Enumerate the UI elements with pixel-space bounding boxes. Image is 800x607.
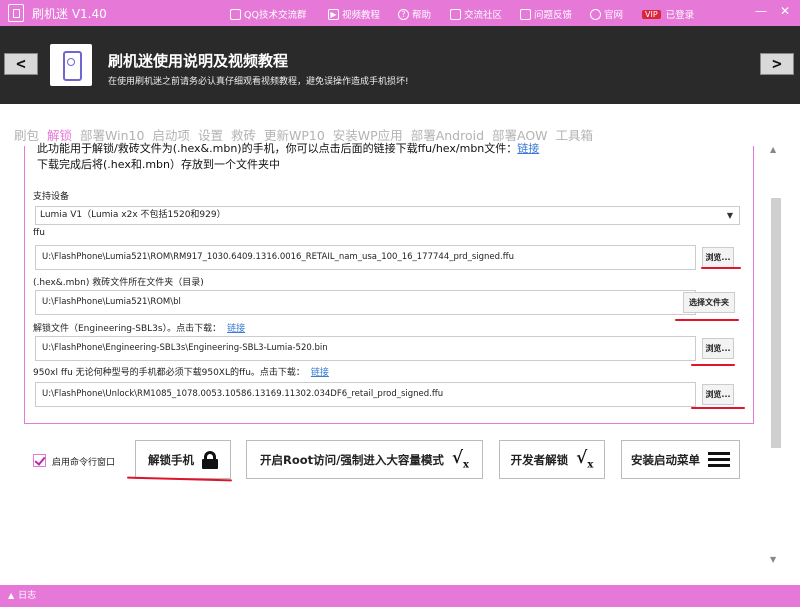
close-button[interactable]: ✕ [776, 4, 794, 18]
feedback-link[interactable]: 问题反馈 [520, 7, 572, 21]
log-status-bar[interactable]: ▲ 日志 [0, 585, 800, 607]
vip-login-link[interactable]: VIP 已登录 [642, 7, 694, 21]
vip-login-label: 已登录 [665, 10, 695, 21]
feedback-icon [520, 8, 531, 20]
scroll-down-arrow-icon[interactable]: ▼ [770, 555, 776, 564]
log-label: 日志 [18, 591, 37, 601]
install-boot-menu-button[interactable]: 安装启动菜单 [621, 440, 740, 479]
intro-line-2: 下载完成后将(.hex和.mbn）存放到一个文件夹中 [37, 158, 281, 171]
unlock-file-label: 解锁文件（Engineering-SBL3s）。点击下载： 链接 [33, 321, 245, 334]
tab-flash[interactable]: 刷包 [14, 125, 39, 144]
cmd-window-checkbox-label[interactable]: 启用命令行窗口 [52, 455, 115, 468]
xl-ffu-download-link[interactable]: 链接 [311, 368, 329, 378]
banner-title[interactable]: 刷机迷使用说明及视频教程 [108, 50, 288, 71]
tutorial-banner: < 刷机迷使用说明及视频教程 在使用刷机迷之前请务必认真仔细观看视频教程，避免误… [0, 26, 800, 104]
community-link[interactable]: 交流社区 [450, 7, 502, 21]
intro-text-1: 此功能用于解锁/救砖文件为(.hex&.mbn)的手机，你可以点击后面的链接下载… [37, 142, 518, 155]
unlock-phone-label: 解锁手机 [148, 452, 194, 467]
vip-badge: VIP [642, 9, 661, 19]
help-label: 帮助 [412, 10, 432, 21]
developer-unlock-button[interactable]: 开发者解锁 √x [499, 440, 605, 479]
community-label: 交流社区 [464, 10, 503, 21]
unlock-file-browse-button[interactable]: 浏览... [702, 338, 734, 359]
device-select[interactable]: Lumia V1（Lumia x2x 不包括1520和929） ▼ [35, 206, 740, 225]
scrollbar-thumb[interactable] [771, 198, 781, 448]
qq-icon [230, 8, 241, 20]
red-annotation-underline [691, 364, 735, 366]
minimize-button[interactable]: — [752, 4, 770, 18]
hex-folder-input[interactable]: U:\FlashPhone\Lumia521\ROM\bl [35, 290, 696, 315]
root-access-label: 开启Root访问/强制进入大容量模式 [259, 452, 444, 467]
device-label: 支持设备 [33, 192, 70, 202]
tab-toolbox[interactable]: 工具箱 [556, 125, 594, 144]
help-icon: ? [398, 8, 409, 20]
sqrt-x-icon: √x [451, 448, 469, 471]
help-link[interactable]: ? 帮助 [398, 7, 431, 21]
video-tutorial-label: 视频教程 [342, 10, 381, 21]
prev-arrow-button[interactable]: < [4, 53, 38, 75]
website-label: 官网 [604, 10, 624, 21]
unlock-icon [202, 450, 218, 469]
video-icon: ▶ [328, 8, 339, 20]
menu-list-icon [708, 452, 730, 467]
next-arrow-button[interactable]: > [760, 53, 794, 75]
globe-icon [590, 8, 601, 20]
title-bar: 刷机迷 V1.40 QQ技术交流群 ▶ 视频教程 ? 帮助 交流社区 问题反馈 … [0, 0, 800, 26]
unlock-file-label-text: 解锁文件（Engineering-SBL3s）。点击下载： [33, 324, 222, 334]
dropdown-caret-icon: ▼ [726, 211, 733, 220]
device-select-value: Lumia V1（Lumia x2x 不包括1520和929） [40, 210, 226, 220]
red-annotation-underline [701, 267, 741, 269]
unlock-file-download-link[interactable]: 链接 [227, 324, 245, 334]
red-annotation-underline [691, 407, 745, 409]
xl-ffu-browse-button[interactable]: 浏览... [702, 384, 734, 405]
qq-group-link[interactable]: QQ技术交流群 [230, 7, 306, 21]
app-title: 刷机迷 V1.40 [32, 7, 107, 21]
xl-ffu-input[interactable]: U:\FlashPhone\Unlock\RM1085_1078.0053.10… [35, 382, 696, 407]
root-access-button[interactable]: 开启Root访问/强制进入大容量模式 √x [246, 440, 483, 479]
scroll-up-arrow-icon[interactable]: ▲ [770, 145, 776, 154]
developer-unlock-label: 开发者解锁 [510, 452, 569, 467]
unlock-panel: 此功能用于解锁/救砖文件为(.hex&.mbn)的手机，你可以点击后面的链接下载… [24, 142, 754, 424]
unlock-phone-button[interactable]: 解锁手机 [135, 440, 231, 479]
phone-icon [50, 44, 92, 86]
install-boot-menu-label: 安装启动菜单 [631, 452, 700, 467]
qq-group-label: QQ技术交流群 [244, 10, 307, 21]
cmd-window-checkbox[interactable] [33, 454, 46, 467]
hex-folder-label: (.hex&.mbn) 救砖文件所在文件夹（目录) [33, 278, 204, 288]
sqrt-x-icon: √x [576, 448, 594, 471]
select-folder-button[interactable]: 选择文件夹 [683, 292, 735, 313]
banner-subtitle: 在使用刷机迷之前请务必认真仔细观看视频教程，避免误操作造成手机损坏! [108, 77, 409, 87]
ffu-path-input[interactable]: U:\FlashPhone\Lumia521\ROM\RM917_1030.64… [35, 245, 696, 270]
xl-ffu-label-text: 950xl ffu 无论何种型号的手机都必须下载950XL的ffu。点击下载： [33, 368, 305, 378]
website-link[interactable]: 官网 [590, 7, 623, 21]
video-tutorial-link[interactable]: ▶ 视频教程 [328, 7, 380, 21]
unlock-file-input[interactable]: U:\FlashPhone\Engineering-SBL3s\Engineer… [35, 336, 696, 361]
intro-line-1: 此功能用于解锁/救砖文件为(.hex&.mbn)的手机，你可以点击后面的链接下载… [37, 140, 539, 156]
ffu-label: ffu [33, 228, 45, 238]
red-annotation-underline [675, 319, 739, 321]
feedback-label: 问题反馈 [534, 10, 573, 21]
expand-triangle-icon: ▲ [8, 591, 15, 600]
intro-download-link[interactable]: 链接 [517, 142, 539, 155]
app-logo-icon [8, 4, 24, 22]
xl-ffu-label: 950xl ffu 无论何种型号的手机都必须下载950XL的ffu。点击下载： 链… [33, 365, 329, 378]
community-icon [450, 8, 461, 20]
ffu-browse-button[interactable]: 浏览... [702, 247, 734, 268]
